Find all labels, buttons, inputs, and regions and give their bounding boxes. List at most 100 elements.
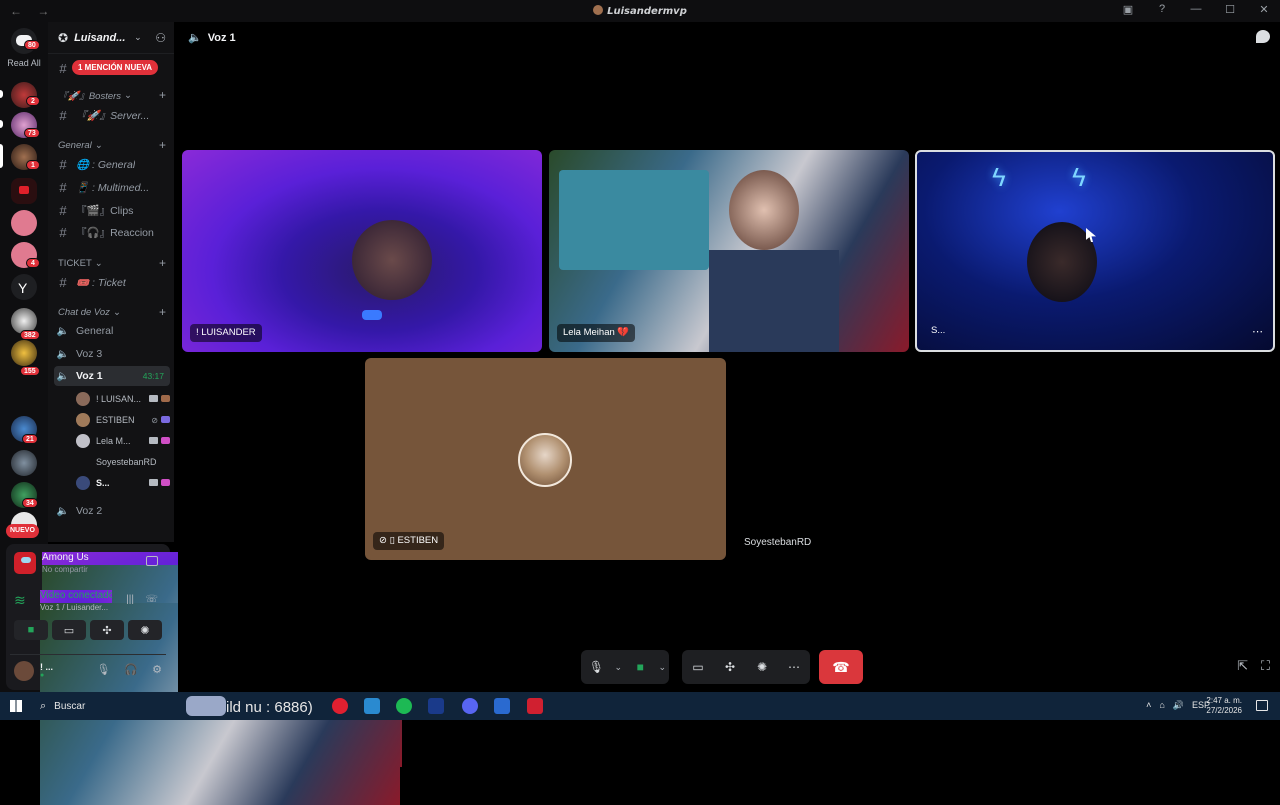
voice-member[interactable]: ESTIBEN ⊘ (76, 411, 170, 429)
video-tile-estiben[interactable]: ⊘ ▯ ESTIBEN (365, 358, 726, 560)
activities-button[interactable]: ✣ (714, 650, 746, 684)
spotify-icon[interactable] (396, 698, 412, 714)
soundboard-button[interactable]: ✺ (128, 620, 162, 640)
screen-share-button[interactable]: ▭ (682, 650, 714, 684)
voice-channel-voz2[interactable]: 🔈 Voz 2 (54, 501, 170, 521)
username[interactable]: ! ... (40, 662, 53, 672)
add-user-icon[interactable]: ⚇ (155, 31, 166, 45)
screen-share-button[interactable]: ▭ (52, 620, 86, 640)
server-icon[interactable] (11, 210, 37, 236)
popout-icon[interactable]: ⇱ (1237, 658, 1248, 674)
help-icon[interactable]: ? (1154, 3, 1170, 16)
video-tile-soyesteban[interactable]: SoyestebanRD (734, 358, 1094, 560)
share-screen-icon[interactable] (146, 556, 158, 566)
video-tile-s[interactable]: ϟ ϟ S... ⋯ (915, 150, 1275, 352)
voice-member[interactable]: S... (76, 474, 170, 492)
user-status: ● (40, 672, 45, 679)
more-button[interactable]: ⋯ (778, 650, 810, 684)
taskbar-clock[interactable]: 2:47 a. m. 27/2/2026 (1206, 696, 1242, 716)
category-general[interactable]: General ⌄ + (58, 138, 170, 152)
chevron-up-icon[interactable]: ˄ (1146, 700, 1151, 711)
read-all-button[interactable]: Read All (0, 58, 48, 68)
clock-date: 27/2/2026 (1206, 706, 1242, 715)
category-ticket[interactable]: TICKET ⌄ + (58, 256, 170, 270)
video-tile-luisander[interactable]: ! LUISANDER (182, 150, 542, 352)
neon-bolt-icon: ϟ (1072, 162, 1086, 192)
search-icon: ⌕ (40, 699, 47, 712)
channel-ticket[interactable]: # 🎟️ : Ticket (54, 272, 170, 292)
channel-clips[interactable]: # 『🎬』Clips (54, 200, 170, 220)
volume-icon[interactable]: 🔊 (1173, 700, 1184, 711)
soundboard-button[interactable]: ✺ (746, 650, 778, 684)
app-icon[interactable] (428, 698, 444, 714)
close-button[interactable]: ✕ (1256, 3, 1272, 16)
store-icon[interactable] (364, 698, 380, 714)
server-icon[interactable]: Y (11, 274, 37, 300)
app-icon[interactable] (494, 698, 510, 714)
activities-button[interactable]: ✣ (90, 620, 124, 640)
channel-reaccion[interactable]: # 『🎧』Reaccion (54, 222, 170, 242)
server-icon[interactable] (11, 450, 37, 476)
new-mention-pill[interactable]: 1 MENCIÓN NUEVA (72, 60, 159, 75)
minimize-button[interactable]: — (1188, 3, 1204, 16)
add-channel-icon[interactable]: + (159, 138, 166, 152)
channel-server[interactable]: # 『🚀』Server... (54, 105, 170, 125)
add-channel-icon[interactable]: + (159, 256, 166, 270)
voice-channel-voz3[interactable]: 🔈 Voz 3 (54, 344, 170, 364)
voice-member[interactable]: ! LUISAN... (76, 390, 170, 408)
voice-member[interactable]: Lela M... (76, 432, 170, 450)
noise-suppression-icon[interactable]: ||| (126, 594, 134, 605)
chevron-down-icon[interactable]: ⌄ (656, 650, 669, 684)
add-channel-icon[interactable]: + (159, 305, 166, 319)
maximize-button[interactable]: ☐ (1222, 3, 1238, 16)
video-icon (146, 394, 170, 404)
camera-button[interactable]: ■ (625, 650, 656, 684)
among-us-icon[interactable] (527, 698, 543, 714)
activity-card[interactable]: Among Us No compartir (14, 552, 402, 767)
category-bosters[interactable]: 『🚀』Bosters ⌄ + (58, 88, 170, 102)
server-icon[interactable] (11, 340, 37, 366)
system-tray: ˄ ⌂ 🔊 ESP (1146, 700, 1210, 711)
channel-multimedia[interactable]: # 📱 : Multimed... (54, 177, 170, 197)
chevron-down-icon: ⌄ (134, 32, 142, 42)
body-shape (709, 250, 839, 352)
voice-channel-voz1[interactable]: 🔈 Voz 1 43:17 (54, 366, 170, 386)
channel-general[interactable]: # 🌐 : General (54, 154, 170, 174)
speaker-icon: 🔈 (56, 505, 70, 517)
monitor-shape (559, 170, 709, 270)
notification-icon[interactable] (1256, 700, 1268, 711)
taskbar-search[interactable]: ⌕ Buscar (32, 692, 182, 720)
headphones-icon[interactable]: 🎧 (124, 663, 138, 676)
disconnect-button[interactable]: ☎ (819, 650, 863, 684)
taskbar-widget[interactable]: ild nu : 6886) (186, 696, 313, 716)
video-tile-lela[interactable]: Lela Meihan 💔 (549, 150, 909, 352)
settings-icon[interactable]: ⚙ (152, 663, 162, 676)
chevron-down-icon[interactable]: ⌄ (612, 650, 625, 684)
avatar[interactable] (14, 661, 34, 681)
server-icon-youtube[interactable] (11, 178, 37, 204)
chat-icon[interactable] (1256, 30, 1270, 43)
inbox-icon[interactable]: ▣ (1120, 3, 1136, 16)
microphone-button[interactable]: 🎙 (581, 650, 612, 684)
window-controls: ▣ ? — ☐ ✕ (1120, 3, 1272, 16)
more-options-icon[interactable]: ⋯ (1252, 325, 1263, 338)
new-badge: NUEVO (6, 524, 39, 538)
microphone-icon[interactable]: 🎙 (96, 663, 110, 676)
discord-icon[interactable] (462, 698, 478, 714)
windows-start-icon[interactable] (10, 700, 22, 712)
guild-header[interactable]: ✪ Luisand... ⌄ ⚇ (48, 22, 174, 54)
tile-name-text: ESTIBEN (397, 535, 439, 546)
disconnect-icon[interactable]: ☏ (145, 594, 158, 605)
category-chat-de-voz[interactable]: Chat de Voz ⌄ + (58, 305, 170, 319)
network-icon[interactable]: ⌂ (1159, 700, 1164, 711)
hash-icon: # (59, 224, 67, 240)
camera-button[interactable]: ■ (14, 620, 48, 640)
voice-member[interactable]: SoyestebanRD (76, 453, 170, 471)
chrome-icon[interactable] (332, 698, 348, 714)
window-title: Luisandermvp (0, 5, 1280, 17)
add-channel-icon[interactable]: + (159, 88, 166, 102)
fullscreen-icon[interactable]: ⛶ (1261, 658, 1270, 674)
voice-channel-general[interactable]: 🔈 General (54, 321, 170, 341)
member-name: S... (96, 478, 110, 488)
clock-time: 2:47 a. m. (1206, 696, 1242, 705)
